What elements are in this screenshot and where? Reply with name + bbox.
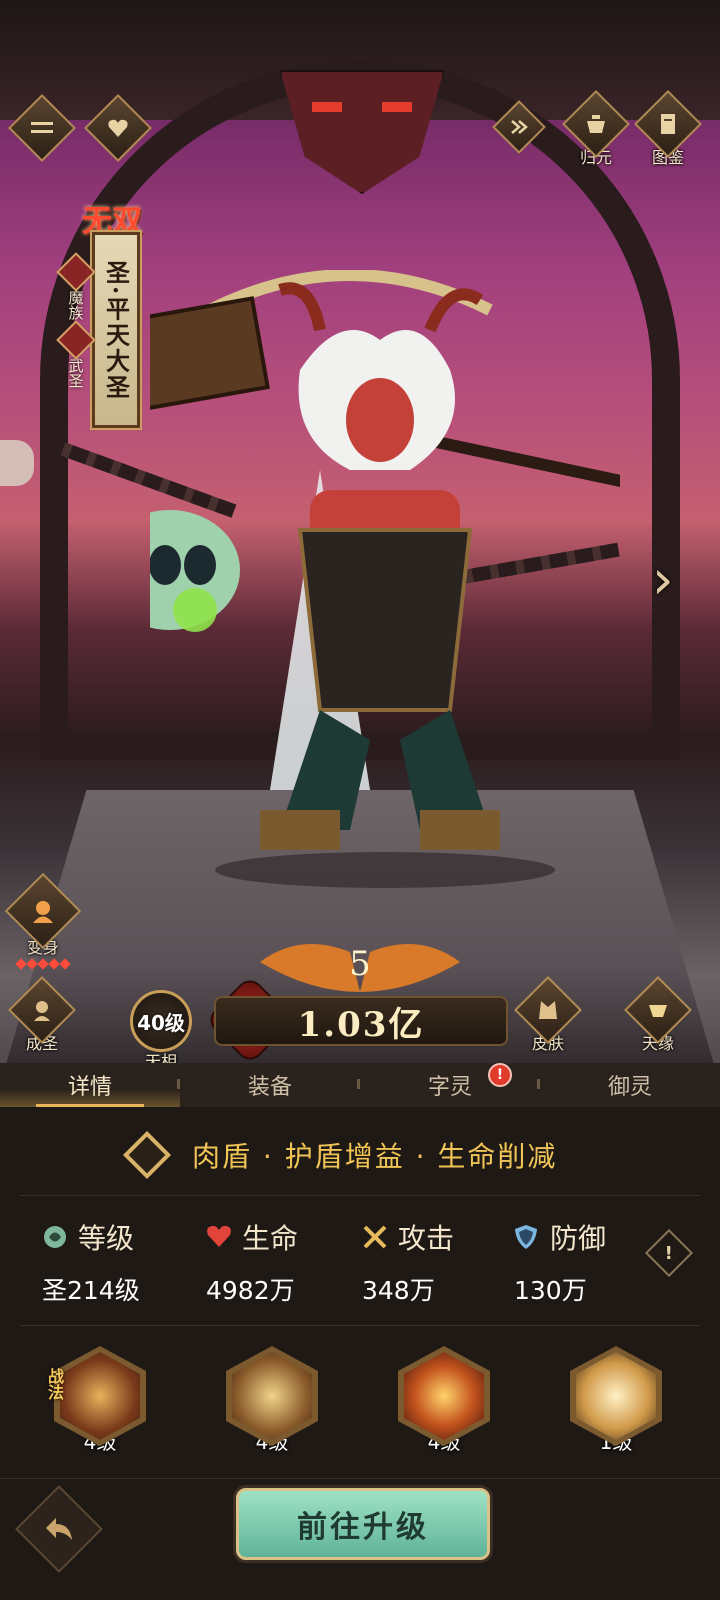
info-icon: ! bbox=[664, 1242, 674, 1264]
swords-icon bbox=[363, 1225, 387, 1249]
tag-class-label: 武圣 bbox=[66, 358, 85, 388]
tianyuan-button[interactable]: 天缘 bbox=[624, 976, 692, 1054]
stat-attack-label: 攻击 bbox=[398, 1222, 455, 1255]
hero-stage: 归元 图鉴 无双 圣·平天大圣 魔族 武圣 › 变身 成圣 40级 天相 bbox=[0, 0, 720, 1085]
skills-panel: 4级 4级 4级 1级 bbox=[0, 1338, 720, 1479]
chengsheng-button[interactable]: 成圣 bbox=[8, 976, 76, 1054]
bond-icon bbox=[649, 1005, 667, 1017]
guiyuan-button[interactable]: 归元 bbox=[562, 90, 630, 168]
pifu-button[interactable]: 皮肤 bbox=[514, 976, 582, 1054]
tab-ziling-label: 字灵 bbox=[427, 1075, 472, 1100]
tujian-button[interactable]: 图鉴 bbox=[634, 90, 702, 168]
tianxiang-level: 40级 bbox=[130, 990, 192, 1052]
heart-icon bbox=[207, 1225, 231, 1247]
level-icon bbox=[44, 1226, 66, 1248]
tag-class: 武圣 bbox=[56, 320, 96, 388]
cauldron-icon bbox=[587, 115, 605, 133]
skill-slot-3[interactable]: 4级 bbox=[394, 1346, 494, 1455]
stat-defense: 防御 130万 bbox=[514, 1217, 674, 1307]
tab-equipment-label: 装备 bbox=[247, 1075, 292, 1100]
alert-badge: ! bbox=[488, 1063, 512, 1087]
star-rating bbox=[15, 958, 71, 970]
tab-ziling[interactable]: 字灵 ! bbox=[360, 1063, 540, 1107]
menu-icon bbox=[31, 122, 53, 133]
class-icon bbox=[56, 320, 96, 360]
tab-details-label: 详情 bbox=[67, 1075, 112, 1100]
shield-icon bbox=[515, 1225, 537, 1249]
go-upgrade-label: 前往升级 bbox=[297, 1510, 429, 1545]
stat-level: 等级 圣214级 bbox=[42, 1217, 202, 1307]
skill-slot-1[interactable]: 4级 bbox=[50, 1346, 150, 1455]
skip-icon bbox=[511, 120, 528, 134]
star-level: 5 bbox=[349, 944, 371, 984]
tab-equipment[interactable]: 装备 bbox=[180, 1063, 360, 1107]
fire-ring-skill-icon bbox=[404, 1352, 484, 1440]
hero-name: 圣·平天大圣 bbox=[101, 259, 131, 401]
favorite-button[interactable] bbox=[84, 94, 152, 162]
bull-skill-icon bbox=[60, 1352, 140, 1440]
ascend-icon bbox=[34, 1001, 50, 1021]
bianshen-button[interactable]: 变身 bbox=[4, 872, 82, 970]
skill-slot-2[interactable]: 4级 bbox=[222, 1346, 322, 1455]
go-upgrade-button[interactable]: 前往升级 bbox=[236, 1488, 490, 1560]
hero-tags: 魔族 武圣 bbox=[56, 252, 96, 388]
next-hero-arrow-icon[interactable]: › bbox=[652, 548, 674, 611]
tab-yuling-label: 御灵 bbox=[607, 1075, 652, 1100]
star-level-badge: 5 bbox=[290, 932, 430, 996]
stat-defense-value: 130万 bbox=[514, 1276, 587, 1305]
tab-details[interactable]: 详情 bbox=[0, 1063, 180, 1107]
robe-icon bbox=[539, 1001, 557, 1019]
stat-level-label: 等级 bbox=[78, 1222, 135, 1255]
menu-button[interactable] bbox=[8, 94, 76, 162]
role-text: 肉盾 · 护盾增益 · 生命削减 bbox=[192, 1140, 558, 1173]
scroll-icon bbox=[661, 114, 675, 134]
silhouette-skill-icon bbox=[576, 1352, 656, 1440]
back-arrow-icon bbox=[46, 1518, 72, 1540]
skip-button[interactable] bbox=[492, 100, 546, 154]
heart-icon bbox=[108, 119, 128, 137]
stat-attack: 攻击 348万 bbox=[362, 1217, 522, 1307]
stat-hp: 生命 4982万 bbox=[206, 1217, 366, 1307]
role-icon bbox=[122, 1130, 172, 1180]
tab-yuling[interactable]: 御灵 bbox=[540, 1063, 720, 1107]
skill-slot-4[interactable]: 1级 bbox=[566, 1346, 666, 1455]
power-value: 1.03亿 bbox=[297, 1004, 425, 1045]
skill-tag: 战法 bbox=[45, 1368, 64, 1400]
side-drawer-tab[interactable] bbox=[0, 440, 34, 486]
tag-faction: 魔族 bbox=[56, 252, 96, 320]
hero-illustration[interactable] bbox=[150, 270, 620, 890]
stat-defense-label: 防御 bbox=[550, 1222, 607, 1255]
hero-name-banner: 圣·平天大圣 bbox=[92, 232, 140, 428]
warrior-skill-icon bbox=[232, 1352, 312, 1440]
stat-hp-value: 4982万 bbox=[206, 1276, 295, 1305]
role-description: 肉盾 · 护盾增益 · 生命削减 bbox=[20, 1115, 700, 1196]
stat-attack-value: 348万 bbox=[362, 1276, 435, 1305]
transform-icon bbox=[33, 901, 53, 923]
stats-panel: 等级 圣214级 生命 4982万 攻击 348万 防御 130万 bbox=[20, 1205, 700, 1326]
faction-icon bbox=[56, 252, 96, 292]
stat-level-value: 圣214级 bbox=[42, 1276, 140, 1305]
stat-hp-label: 生命 bbox=[242, 1222, 299, 1255]
tianxiang-button[interactable]: 40级 天相 bbox=[130, 990, 192, 1072]
detail-tabs: 详情 装备 字灵 ! 御灵 bbox=[0, 1063, 720, 1108]
tag-faction-label: 魔族 bbox=[66, 290, 85, 320]
power-bar: 1.03亿 bbox=[214, 996, 508, 1046]
